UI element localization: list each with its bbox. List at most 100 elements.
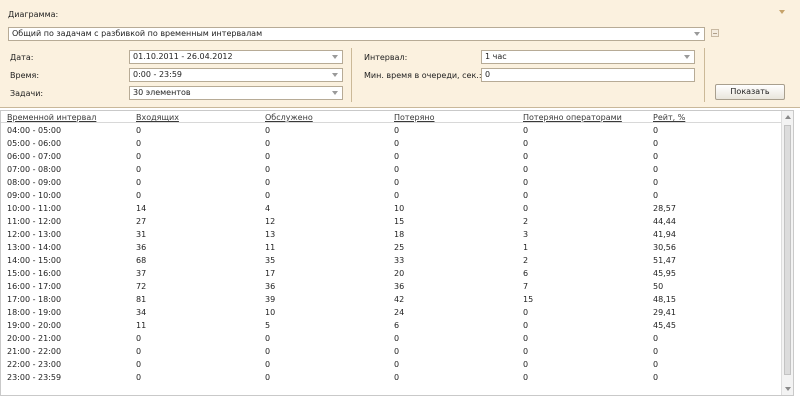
table-row[interactable]: 12:00 - 13:00 31 13 18 3 41,94: [1, 229, 781, 242]
chevron-down-icon[interactable]: [694, 32, 700, 36]
show-button[interactable]: Показать: [715, 84, 785, 100]
cell-incoming: 37: [136, 269, 147, 278]
cell-served: 35: [265, 256, 276, 265]
column-header-lost-by-operators[interactable]: Потеряно операторами: [523, 113, 622, 122]
table-header: Временной интервал Входящих Обслужено По…: [1, 111, 781, 123]
cell-lost: 18: [394, 230, 405, 239]
cell-rate: 0: [653, 347, 659, 356]
cell-served: 0: [265, 191, 271, 200]
cell-served: 0: [265, 126, 271, 135]
cell-interval: 16:00 - 17:00: [7, 282, 62, 291]
date-select-value: 01.10.2011 - 26.04.2012: [133, 52, 233, 61]
results-table: Временной интервал Входящих Обслужено По…: [0, 110, 794, 396]
table-row[interactable]: 20:00 - 21:00 0 0 0 0 0: [1, 333, 781, 346]
cell-rate: 0: [653, 126, 659, 135]
tasks-label: Задачи:: [10, 89, 44, 98]
table-row[interactable]: 22:00 - 23:00 0 0 0 0 0: [1, 359, 781, 372]
column-header-lost[interactable]: Потеряно: [394, 113, 435, 122]
clear-icon[interactable]: [711, 29, 719, 37]
table-row[interactable]: 19:00 - 20:00 11 5 6 0 45,45: [1, 320, 781, 333]
cell-incoming: 0: [136, 139, 142, 148]
column-header-interval[interactable]: Временной интервал: [7, 113, 96, 122]
cell-incoming: 27: [136, 217, 147, 226]
chevron-down-icon[interactable]: [332, 55, 338, 59]
column-header-served[interactable]: Обслужено: [265, 113, 313, 122]
chevron-down-icon[interactable]: [332, 91, 338, 95]
table-row[interactable]: 14:00 - 15:00 68 35 33 2 51,47: [1, 255, 781, 268]
scroll-down-icon[interactable]: [785, 387, 791, 391]
cell-incoming: 0: [136, 178, 142, 187]
table-row[interactable]: 04:00 - 05:00 0 0 0 0 0: [1, 125, 781, 138]
table-row[interactable]: 13:00 - 14:00 36 11 25 1 30,56: [1, 242, 781, 255]
cell-incoming: 0: [136, 126, 142, 135]
table-row[interactable]: 21:00 - 22:00 0 0 0 0 0: [1, 346, 781, 359]
date-select[interactable]: 01.10.2011 - 26.04.2012: [129, 50, 343, 64]
cell-lost-by-operators: 3: [523, 230, 529, 239]
cell-rate: 0: [653, 139, 659, 148]
cell-served: 0: [265, 139, 271, 148]
cell-lost: 33: [394, 256, 405, 265]
cell-incoming: 81: [136, 295, 147, 304]
chevron-down-icon[interactable]: [332, 73, 338, 77]
cell-lost-by-operators: 0: [523, 126, 529, 135]
cell-lost: 0: [394, 373, 400, 382]
cell-rate: 0: [653, 360, 659, 369]
diagram-select[interactable]: Общий по задачам с разбивкой по временны…: [8, 27, 705, 41]
cell-lost: 36: [394, 282, 405, 291]
cell-interval: 23:00 - 23:59: [7, 373, 62, 382]
column-header-incoming[interactable]: Входящих: [136, 113, 179, 122]
column-header-rate[interactable]: Рейт, %: [653, 113, 685, 122]
cell-incoming: 0: [136, 165, 142, 174]
collapse-icon[interactable]: [779, 10, 785, 14]
table-row[interactable]: 16:00 - 17:00 72 36 36 7 50: [1, 281, 781, 294]
cell-served: 5: [265, 321, 271, 330]
cell-served: 13: [265, 230, 276, 239]
table-row[interactable]: 23:00 - 23:59 0 0 0 0 0: [1, 372, 781, 385]
table-row[interactable]: 09:00 - 10:00 0 0 0 0 0: [1, 190, 781, 203]
scroll-up-icon[interactable]: [785, 115, 791, 119]
interval-select[interactable]: 1 час: [481, 50, 695, 64]
table-row[interactable]: 06:00 - 07:00 0 0 0 0 0: [1, 151, 781, 164]
cell-rate: 29,41: [653, 308, 676, 317]
table-row[interactable]: 05:00 - 06:00 0 0 0 0 0: [1, 138, 781, 151]
table-row[interactable]: 11:00 - 12:00 27 12 15 2 44,44: [1, 216, 781, 229]
vertical-scrollbar[interactable]: [781, 111, 793, 395]
date-label: Дата:: [10, 53, 34, 62]
cell-lost-by-operators: 2: [523, 256, 529, 265]
cell-lost: 0: [394, 347, 400, 356]
cell-rate: 44,44: [653, 217, 676, 226]
cell-lost-by-operators: 1: [523, 243, 529, 252]
cell-interval: 21:00 - 22:00: [7, 347, 62, 356]
cell-rate: 0: [653, 178, 659, 187]
cell-lost: 15: [394, 217, 405, 226]
cell-incoming: 34: [136, 308, 147, 317]
time-select[interactable]: 0:00 - 23:59: [129, 68, 343, 82]
min-queue-input[interactable]: 0: [481, 68, 695, 82]
table-row[interactable]: 17:00 - 18:00 81 39 42 15 48,15: [1, 294, 781, 307]
table-row[interactable]: 07:00 - 08:00 0 0 0 0 0: [1, 164, 781, 177]
cell-lost-by-operators: 0: [523, 334, 529, 343]
cell-lost: 0: [394, 191, 400, 200]
cell-interval: 17:00 - 18:00: [7, 295, 62, 304]
table-row[interactable]: 08:00 - 09:00 0 0 0 0 0: [1, 177, 781, 190]
cell-interval: 20:00 - 21:00: [7, 334, 62, 343]
table-row[interactable]: 18:00 - 19:00 34 10 24 0 29,41: [1, 307, 781, 320]
cell-lost: 0: [394, 126, 400, 135]
cell-incoming: 0: [136, 334, 142, 343]
cell-served: 0: [265, 373, 271, 382]
cell-interval: 14:00 - 15:00: [7, 256, 62, 265]
cell-served: 36: [265, 282, 276, 291]
cell-lost: 24: [394, 308, 405, 317]
scroll-thumb[interactable]: [784, 125, 791, 375]
cell-incoming: 31: [136, 230, 147, 239]
cell-incoming: 0: [136, 152, 142, 161]
cell-lost: 0: [394, 178, 400, 187]
table-row[interactable]: 15:00 - 16:00 37 17 20 6 45,95: [1, 268, 781, 281]
table-row[interactable]: 10:00 - 11:00 14 4 10 0 28,57: [1, 203, 781, 216]
cell-served: 0: [265, 152, 271, 161]
cell-lost: 42: [394, 295, 405, 304]
tasks-select[interactable]: 30 элементов: [129, 86, 343, 100]
cell-lost-by-operators: 0: [523, 373, 529, 382]
cell-served: 12: [265, 217, 276, 226]
chevron-down-icon[interactable]: [684, 55, 690, 59]
